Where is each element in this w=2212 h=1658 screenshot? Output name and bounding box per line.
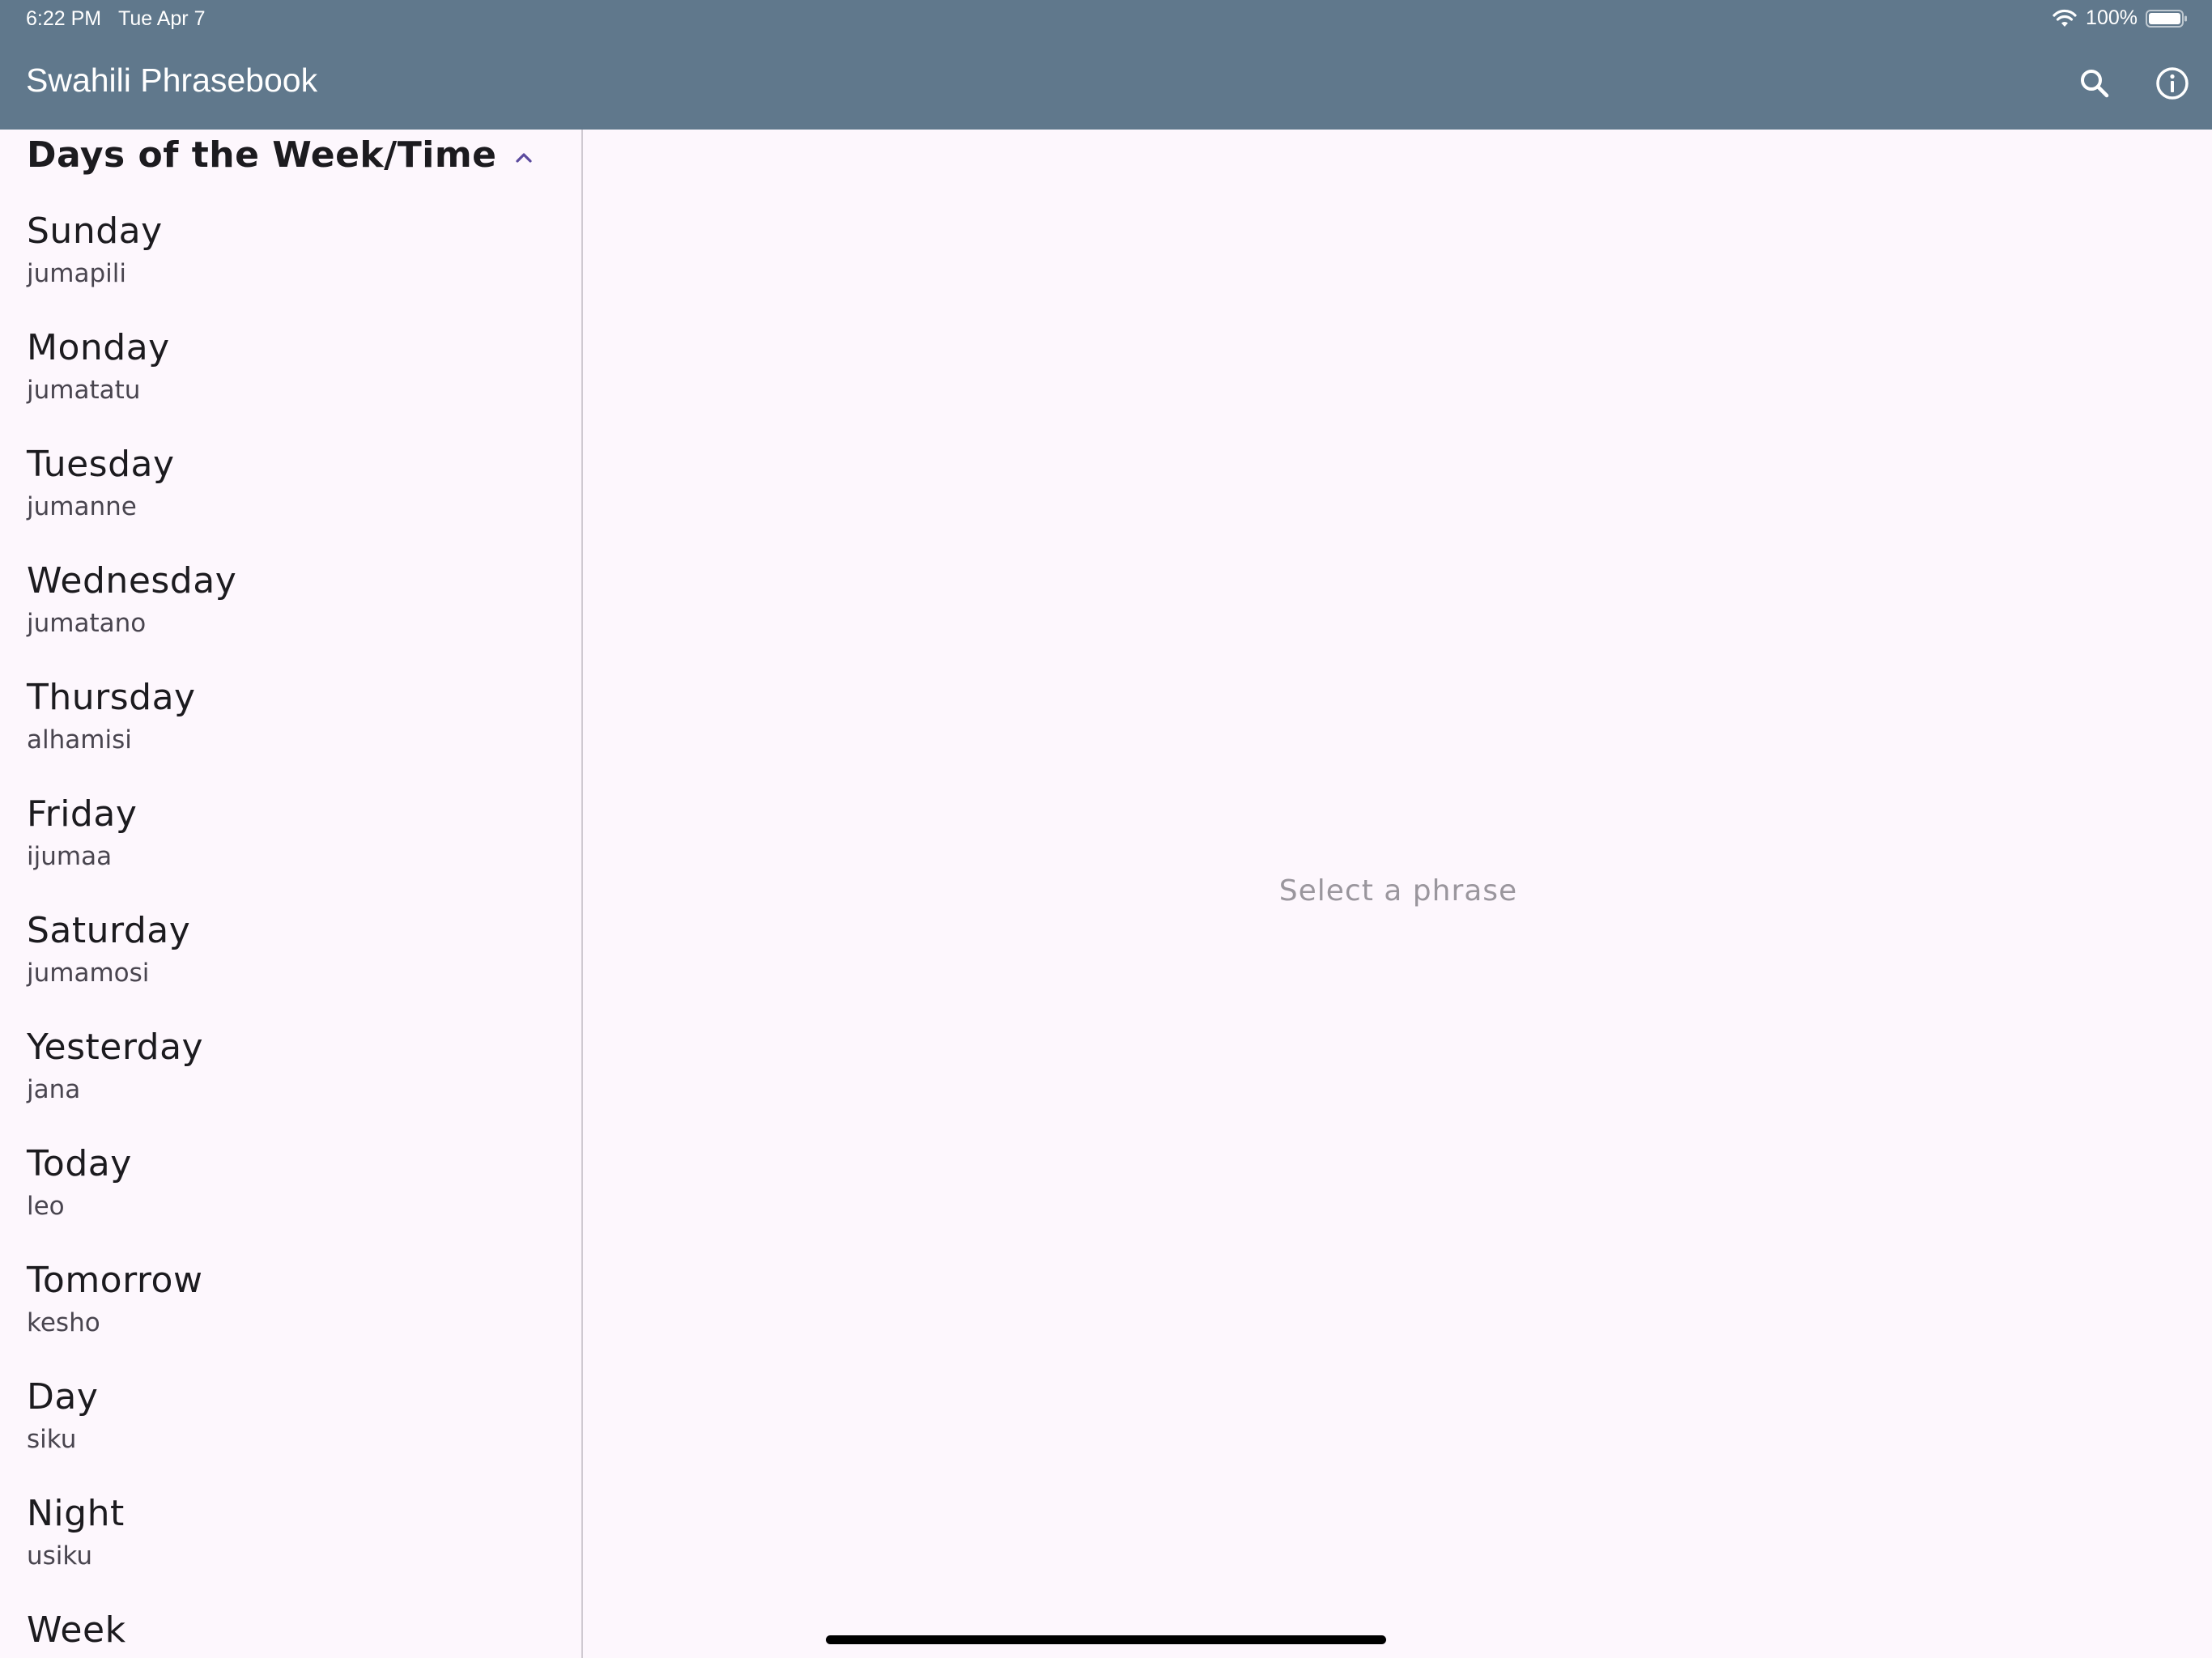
chevron-up-icon[interactable] xyxy=(512,146,536,170)
phrase-english: Sunday xyxy=(27,210,163,252)
phrase-list-panel[interactable]: Days of the Week/Time Sunday jumapili Mo… xyxy=(0,130,583,1658)
phrase-english: Yesterday xyxy=(27,1027,204,1068)
phrase-item-wednesday[interactable]: Wednesday jumatano xyxy=(0,551,581,667)
phrase-item-thursday[interactable]: Thursday alhamisi xyxy=(0,667,581,784)
phrase-english: Monday xyxy=(27,327,170,368)
phrase-english: Today xyxy=(27,1143,132,1184)
phrase-swahili: jumanne xyxy=(27,492,137,521)
phrase-item-night[interactable]: Night usiku xyxy=(0,1483,581,1600)
phrase-swahili: kesho xyxy=(27,1308,100,1337)
status-indicators: 100% xyxy=(2052,6,2188,30)
status-time: 6:22 PM xyxy=(26,7,102,30)
phrase-english: Saturday xyxy=(27,910,191,951)
phrase-swahili: jumatano xyxy=(27,609,147,638)
phrase-english: Week xyxy=(27,1609,126,1651)
phrase-swahili: siku xyxy=(27,1425,77,1454)
phrase-detail-panel: Select a phrase xyxy=(585,130,2212,1658)
phrase-item-saturday[interactable]: Saturday jumamosi xyxy=(0,900,581,1017)
phrase-english: Wednesday xyxy=(27,560,237,602)
phrase-english: Friday xyxy=(27,793,138,835)
phrase-item-tomorrow[interactable]: Tomorrow kesho xyxy=(0,1250,581,1367)
phrase-swahili: jumatatu xyxy=(27,376,141,405)
info-button[interactable] xyxy=(2152,63,2193,104)
phrase-item-monday[interactable]: Monday jumatatu xyxy=(0,317,581,434)
status-date: Tue Apr 7 xyxy=(118,7,206,30)
empty-state-text: Select a phrase xyxy=(1278,874,1518,908)
battery-icon xyxy=(2146,9,2187,28)
phrase-english: Thursday xyxy=(27,677,196,718)
phrase-swahili: usiku xyxy=(27,1541,93,1571)
phrase-english: Tuesday xyxy=(27,444,175,485)
phrase-item-day[interactable]: Day siku xyxy=(0,1367,581,1483)
phrase-item-week[interactable]: Week xyxy=(0,1600,581,1658)
section-title: Days of the Week/Time xyxy=(27,134,497,176)
battery-percentage: 100% xyxy=(2086,6,2138,29)
phrase-swahili: alhamisi xyxy=(27,725,132,755)
phrase-item-tuesday[interactable]: Tuesday jumanne xyxy=(0,434,581,551)
info-icon xyxy=(2156,67,2189,100)
home-indicator[interactable] xyxy=(826,1635,1386,1644)
phrase-swahili: jumapili xyxy=(27,259,126,288)
app-bar: 6:22 PM Tue Apr 7 100% Swahili Phraseboo… xyxy=(0,0,2212,130)
phrase-swahili: jumamosi xyxy=(27,959,150,988)
phrase-swahili: jana xyxy=(27,1075,81,1104)
search-button[interactable] xyxy=(2074,63,2115,104)
wifi-icon xyxy=(2052,9,2077,27)
phrase-swahili: leo xyxy=(27,1192,65,1221)
phrase-english: Night xyxy=(27,1493,125,1534)
phrase-swahili: ijumaa xyxy=(27,842,113,871)
section-header[interactable]: Days of the Week/Time xyxy=(0,130,581,201)
phrase-english: Tomorrow xyxy=(27,1260,203,1301)
phrase-item-yesterday[interactable]: Yesterday jana xyxy=(0,1017,581,1133)
phrase-english: Day xyxy=(27,1376,99,1418)
status-bar: 6:22 PM Tue Apr 7 100% xyxy=(0,0,2212,37)
phrase-item-sunday[interactable]: Sunday jumapili xyxy=(0,201,581,317)
phrase-item-friday[interactable]: Friday ijumaa xyxy=(0,784,581,900)
search-icon xyxy=(2081,70,2109,98)
app-title: Swahili Phrasebook xyxy=(26,62,318,99)
phrase-item-today[interactable]: Today leo xyxy=(0,1133,581,1250)
